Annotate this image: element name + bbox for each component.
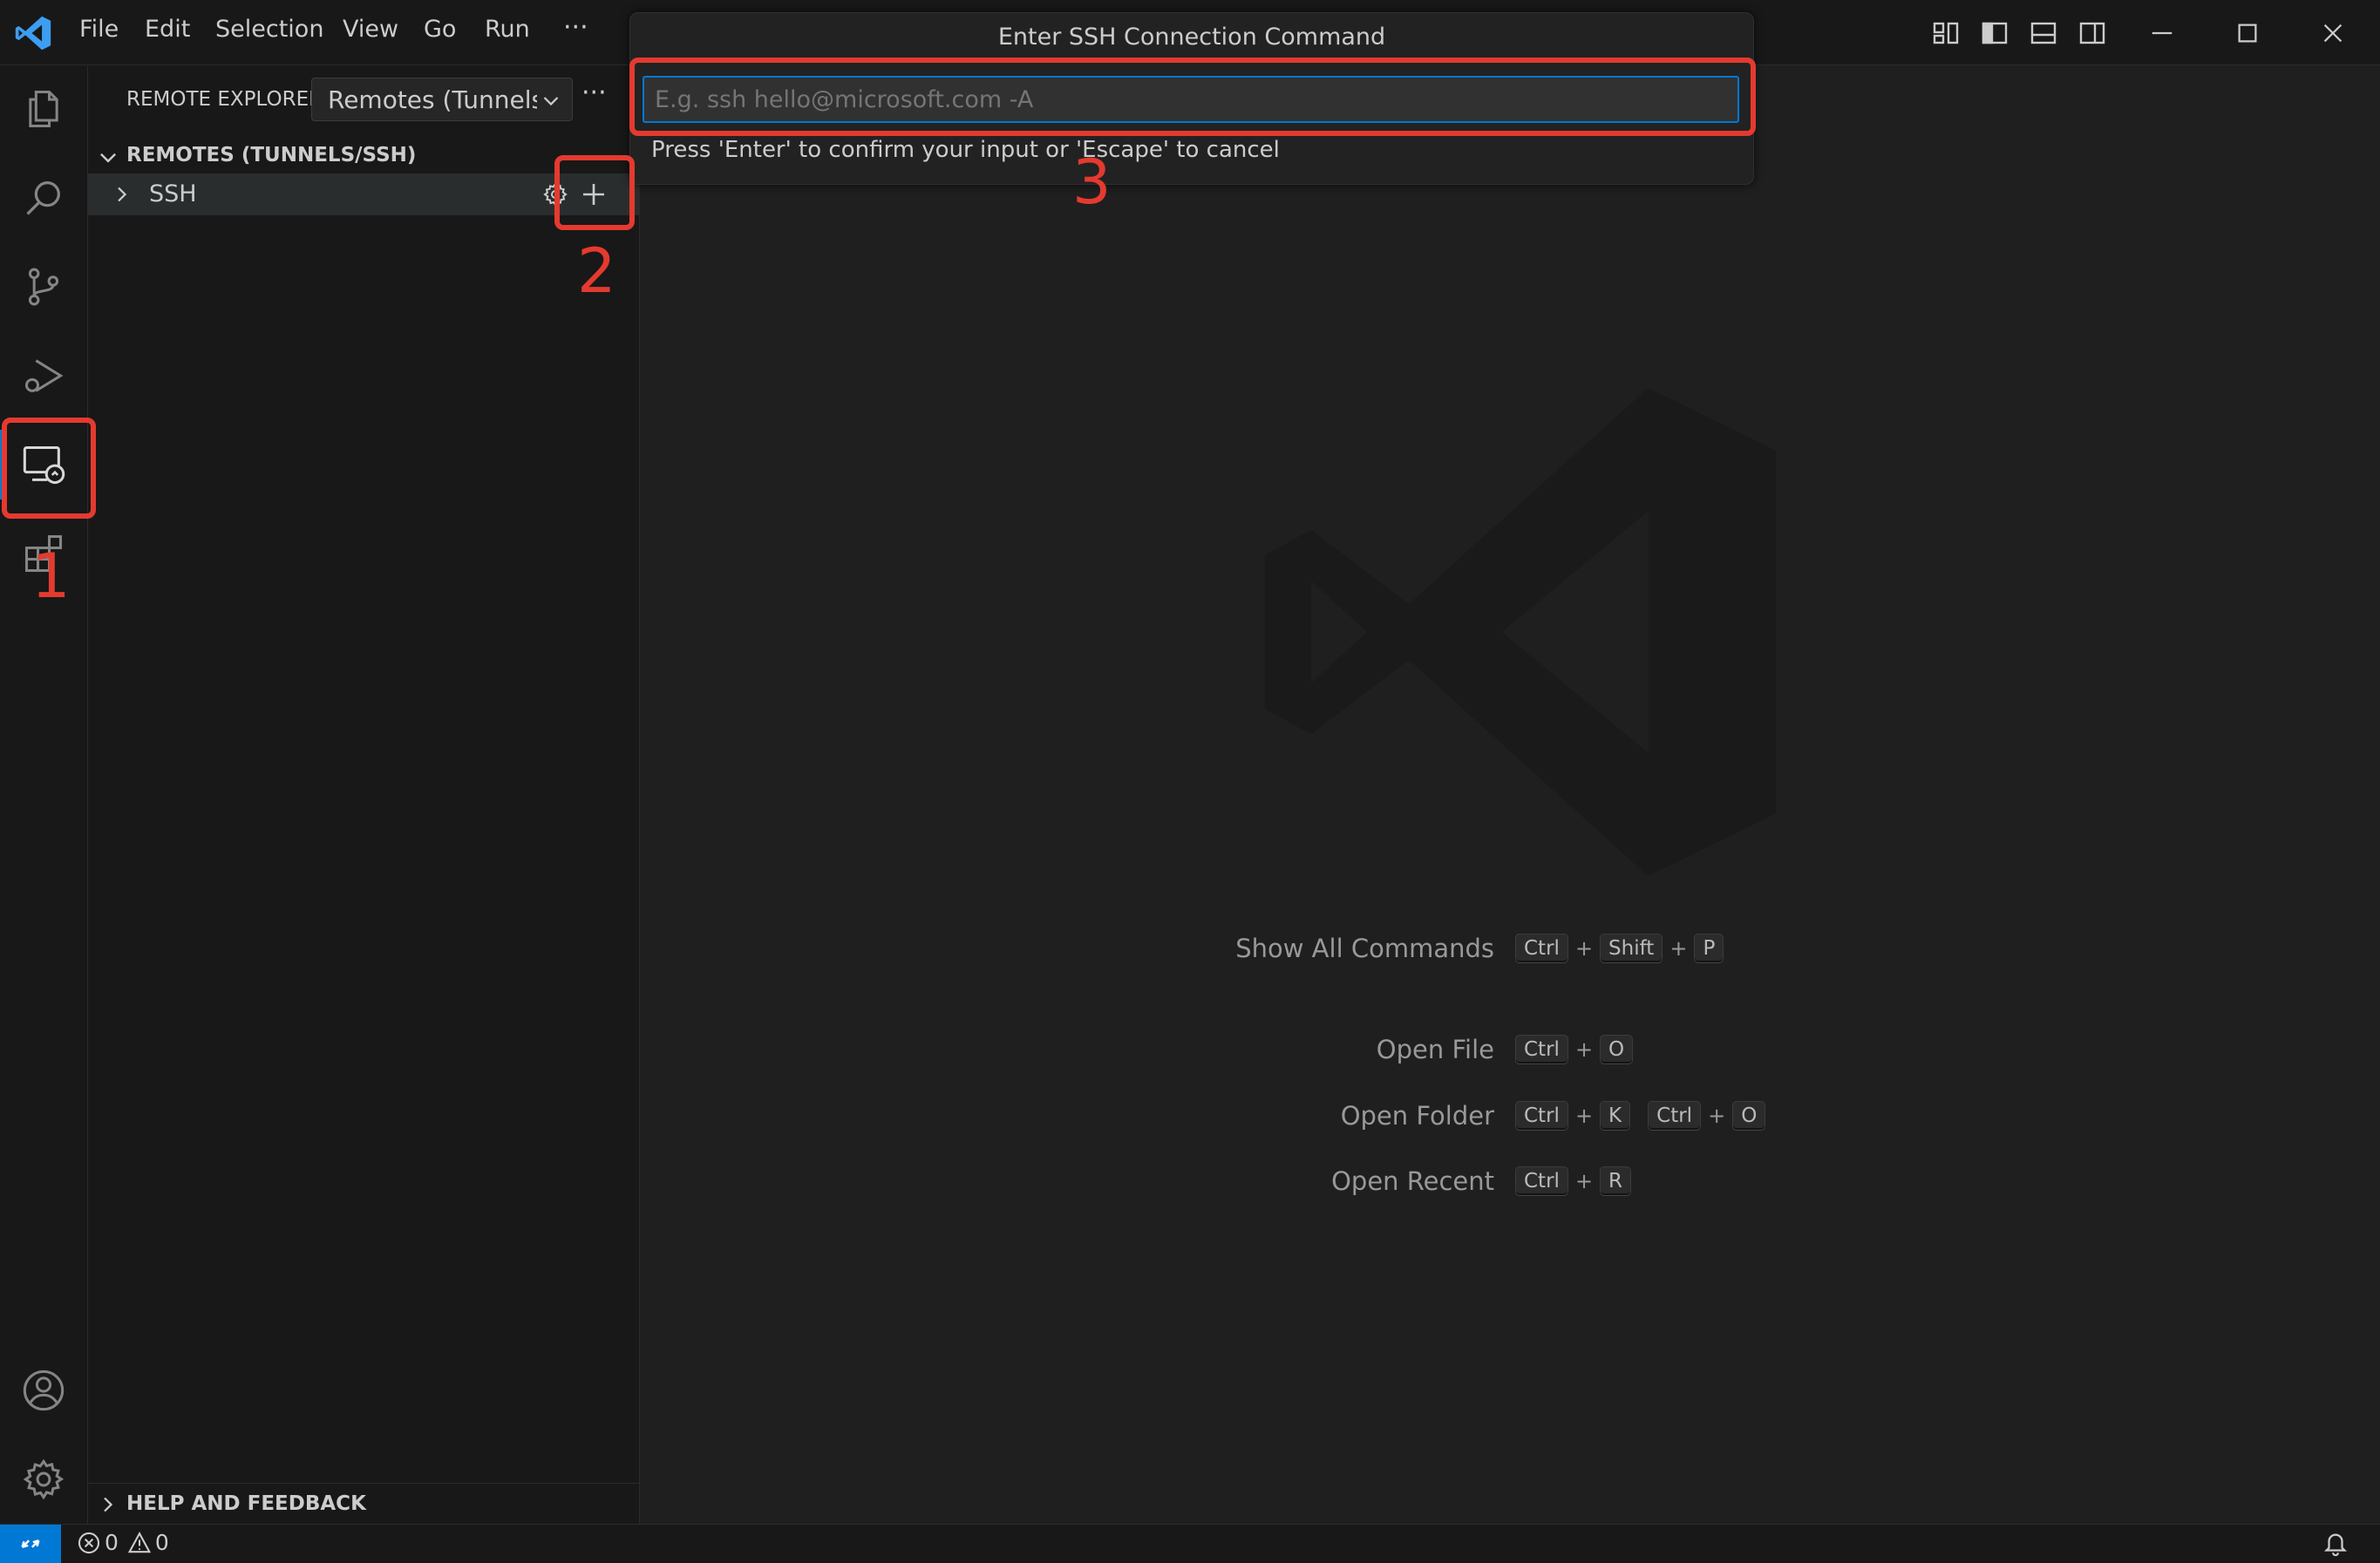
quick-input-widget: Enter SSH Connection Command Press 'Ente… bbox=[629, 12, 1754, 185]
error-count: 0 bbox=[105, 1530, 119, 1555]
key: Ctrl bbox=[1515, 934, 1568, 963]
chevron-down-icon bbox=[100, 153, 116, 163]
chevron-right-icon bbox=[104, 1497, 113, 1512]
close-icon[interactable] bbox=[2314, 14, 2352, 52]
key: Shift bbox=[1600, 934, 1663, 963]
menu-view[interactable]: View bbox=[343, 16, 398, 43]
callout-3: 3 bbox=[1072, 146, 1112, 218]
maximize-icon[interactable] bbox=[2228, 14, 2267, 52]
menu-selection[interactable]: Selection bbox=[215, 16, 323, 43]
callout-2: 2 bbox=[577, 235, 616, 307]
quick-input-title: Enter SSH Connection Command bbox=[997, 24, 1386, 51]
menu-go[interactable]: Go bbox=[424, 16, 456, 43]
menu-run[interactable]: Run bbox=[485, 16, 530, 43]
key: O bbox=[1600, 1035, 1634, 1064]
shortcut-keys: Ctrl + O bbox=[1515, 1035, 1634, 1064]
shortcut-label: Open Folder bbox=[1340, 1101, 1494, 1131]
chevron-down-icon bbox=[543, 97, 559, 106]
toggle-primary-sidebar-icon[interactable] bbox=[1975, 14, 2014, 52]
explorer-icon[interactable] bbox=[17, 83, 70, 135]
shortcut-label: Open File bbox=[1376, 1035, 1494, 1064]
tree-item-ssh-label: SSH bbox=[149, 180, 197, 207]
key: P bbox=[1694, 934, 1724, 963]
notifications-bell-icon[interactable] bbox=[2322, 1530, 2349, 1556]
shortcut-show-all-commands: Show All Commands Ctrl + Shift + P bbox=[1233, 932, 1724, 965]
tree-item-ssh[interactable]: SSH bbox=[88, 173, 639, 215]
callout-1: 1 bbox=[31, 540, 71, 612]
key: Ctrl bbox=[1648, 1101, 1702, 1131]
minimize-icon[interactable] bbox=[2143, 14, 2181, 52]
remote-indicator-button[interactable] bbox=[0, 1525, 61, 1563]
problems-status[interactable]: 0 0 bbox=[77, 1530, 169, 1555]
remotes-dropdown-value: Remotes (Tunnels/ bbox=[328, 85, 537, 114]
key: Ctrl bbox=[1515, 1166, 1568, 1196]
accounts-icon[interactable] bbox=[17, 1364, 70, 1417]
shortcut-label: Show All Commands bbox=[1235, 934, 1494, 963]
warning-count: 0 bbox=[154, 1530, 169, 1555]
chevron-right-icon bbox=[118, 187, 127, 202]
remotes-section-header[interactable]: REMOTES (TUNNELS/SSH) bbox=[88, 139, 639, 173]
key: Ctrl bbox=[1515, 1035, 1568, 1064]
run-debug-icon[interactable] bbox=[17, 350, 70, 402]
shortcut-keys: Ctrl + Shift + P bbox=[1515, 934, 1724, 963]
shortcut-open-folder: Open Folder Ctrl + K Ctrl + O bbox=[1233, 1099, 1766, 1132]
key: O bbox=[1732, 1101, 1766, 1131]
help-feedback-title: HELP AND FEEDBACK bbox=[126, 1492, 366, 1515]
active-indicator bbox=[0, 430, 3, 499]
key: Ctrl bbox=[1515, 1101, 1568, 1131]
shortcut-keys: Ctrl + K Ctrl + O bbox=[1515, 1101, 1766, 1131]
remote-icon bbox=[21, 1539, 40, 1548]
key: K bbox=[1600, 1101, 1631, 1131]
help-feedback-section-header[interactable]: HELP AND FEEDBACK bbox=[88, 1483, 639, 1524]
menu-more-button[interactable]: ··· bbox=[563, 12, 588, 43]
activity-bar bbox=[0, 65, 88, 1524]
editor-area: Show All Commands Ctrl + Shift + P Open Fi… bbox=[640, 65, 2380, 1524]
side-bar: REMOTE EXPLORER Remotes (Tunnels/ ··· RE… bbox=[88, 65, 640, 1524]
menu-file[interactable]: File bbox=[79, 16, 119, 43]
remotes-dropdown[interactable]: Remotes (Tunnels/ bbox=[311, 78, 573, 121]
remote-explorer-icon[interactable] bbox=[17, 438, 70, 491]
shortcut-open-file: Open File Ctrl + O bbox=[1233, 1033, 1634, 1066]
warning-icon bbox=[127, 1531, 152, 1553]
shortcut-open-recent: Open Recent Ctrl + R bbox=[1233, 1165, 1632, 1198]
menu-edit[interactable]: Edit bbox=[145, 16, 190, 43]
settings-gear-icon[interactable] bbox=[17, 1453, 70, 1505]
sidebar-title: REMOTE EXPLORER bbox=[126, 88, 323, 111]
customize-layout-icon[interactable] bbox=[1927, 14, 1965, 52]
search-icon[interactable] bbox=[17, 172, 70, 224]
ssh-command-input[interactable] bbox=[643, 76, 1739, 123]
status-bar: 0 0 bbox=[0, 1524, 2380, 1563]
source-control-icon[interactable] bbox=[17, 261, 70, 313]
toggle-secondary-sidebar-icon[interactable] bbox=[2073, 14, 2111, 52]
settings-gear-icon[interactable] bbox=[541, 180, 569, 208]
vscode-watermark-icon bbox=[1241, 353, 1799, 911]
toggle-panel-icon[interactable] bbox=[2024, 14, 2063, 52]
shortcut-keys: Ctrl + R bbox=[1515, 1166, 1632, 1196]
quick-input-hint: Press 'Enter' to confirm your input or '… bbox=[651, 137, 1280, 163]
error-icon bbox=[78, 1532, 100, 1553]
sidebar-more-button[interactable]: ··· bbox=[581, 78, 607, 108]
add-new-remote-button[interactable] bbox=[580, 180, 608, 208]
shortcut-label: Open Recent bbox=[1331, 1166, 1494, 1196]
remotes-section-title: REMOTES (TUNNELS/SSH) bbox=[126, 144, 417, 166]
key: R bbox=[1600, 1166, 1632, 1196]
vscode-logo-icon bbox=[14, 14, 52, 52]
